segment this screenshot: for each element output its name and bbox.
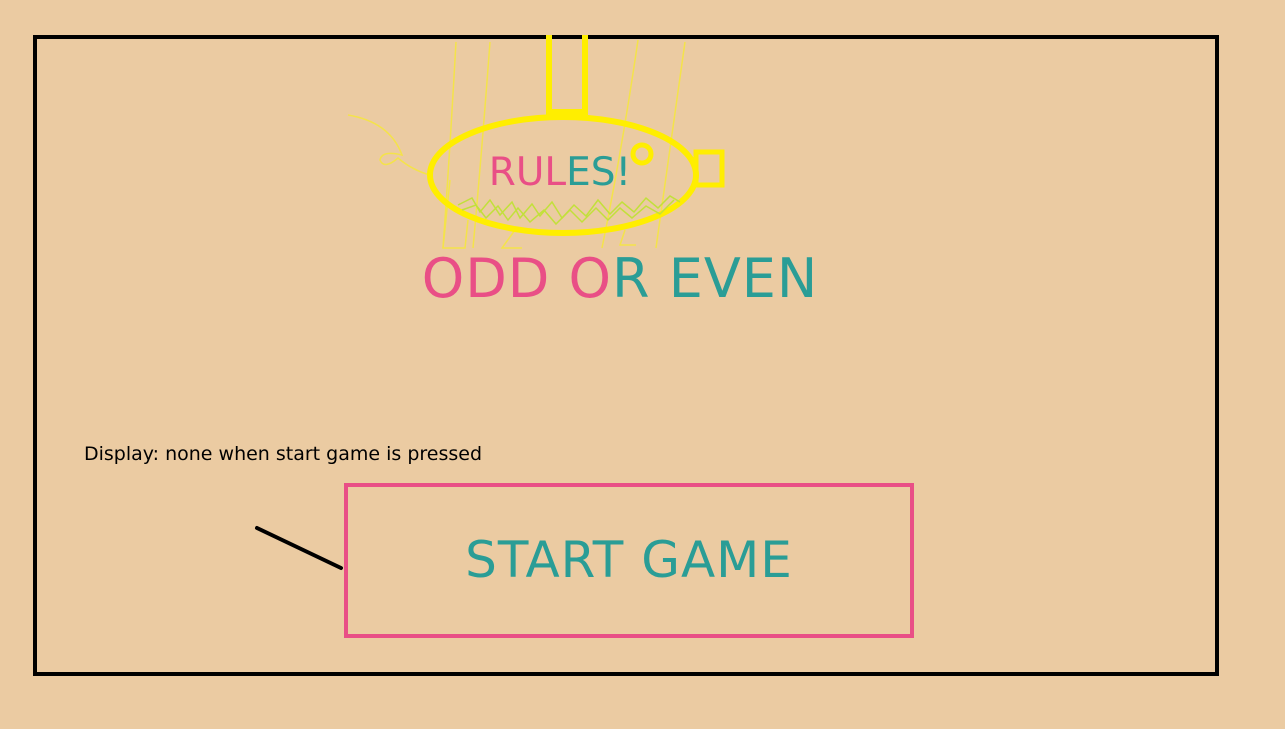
title-part-2: O (568, 247, 613, 310)
pig-drawing (347, 35, 725, 249)
page-title: ODD OR EVEN (300, 247, 940, 311)
rules-link[interactable]: RULES! (420, 150, 700, 196)
rules-text-part-1: RUL (488, 150, 567, 195)
annotation-note: Display: none when start game is pressed (84, 443, 483, 465)
title-part-3: R EVEN (612, 247, 819, 310)
start-game-button[interactable]: START GAME (344, 483, 914, 638)
title-part-1: ODD (421, 247, 569, 310)
rules-text-part-2: ES! (566, 150, 632, 195)
pointer-line (255, 526, 343, 570)
